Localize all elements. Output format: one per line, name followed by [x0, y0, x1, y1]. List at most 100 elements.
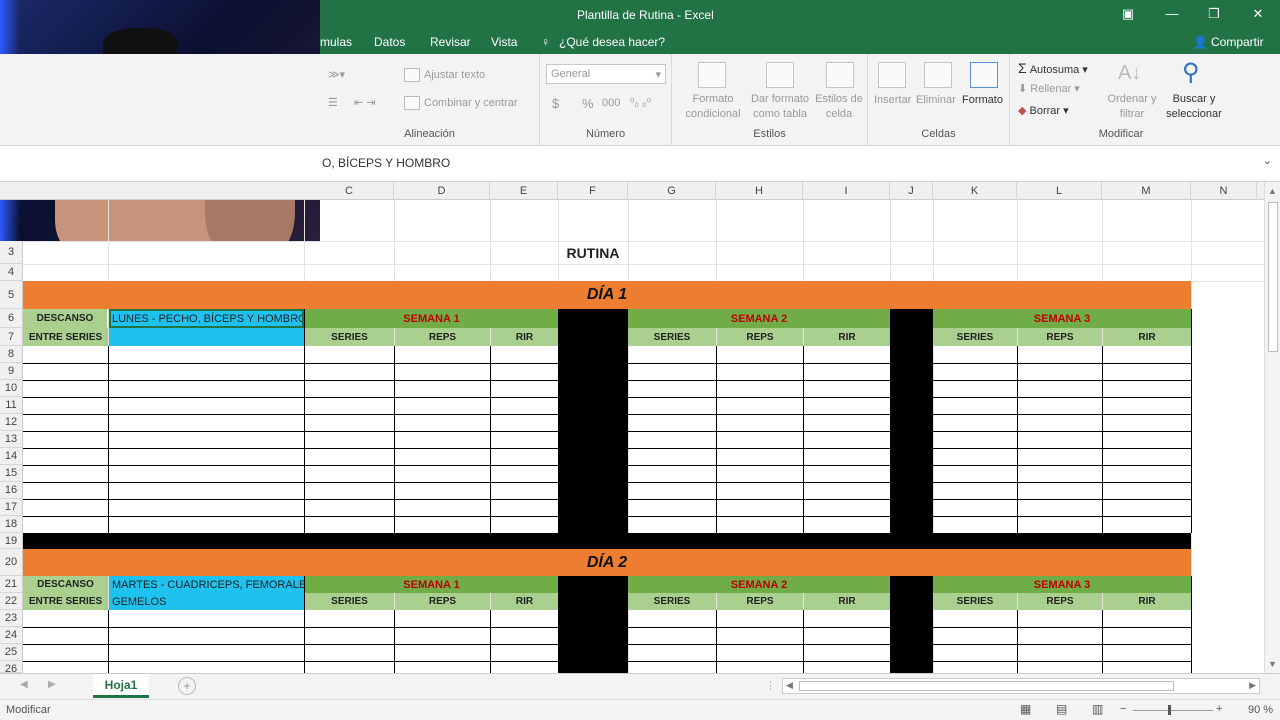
tab-revisar[interactable]: Revisar — [430, 35, 471, 49]
hscroll-split-icon[interactable]: ⋮ — [765, 679, 776, 692]
page-layout-icon[interactable]: ▤ — [1056, 702, 1067, 716]
col-header-l[interactable]: L — [1017, 182, 1102, 200]
row-header[interactable]: 8 — [0, 346, 23, 363]
row-header[interactable]: 25 — [0, 644, 23, 661]
w1-reps[interactable]: REPS — [395, 328, 490, 346]
decimal-icon[interactable]: ⁰₀ ₀⁰ — [630, 96, 651, 109]
row-header[interactable]: 26 — [0, 661, 23, 673]
delete-button[interactable]: Eliminar — [916, 94, 956, 106]
col-header-n[interactable]: N — [1191, 182, 1257, 200]
page-break-icon[interactable]: ▥ — [1092, 702, 1103, 716]
zoom-slider[interactable] — [1133, 710, 1213, 711]
week3-header[interactable]: SEMANA 3 — [933, 309, 1191, 328]
normal-view-icon[interactable]: ▦ — [1020, 702, 1031, 716]
day1-header[interactable]: DÍA 1 — [23, 281, 1191, 309]
col-header-f[interactable]: F — [558, 182, 628, 200]
d2-w2-rir[interactable]: RIR — [804, 593, 890, 610]
minimize-icon[interactable]: — — [1162, 6, 1182, 24]
find-select-button[interactable]: Buscar y seleccionar — [1160, 92, 1228, 122]
rest-label-top[interactable]: DESCANSO — [23, 309, 108, 328]
indent-icon[interactable]: ⇤ ⇥ — [354, 96, 376, 109]
vertical-scroll-thumb[interactable] — [1268, 202, 1278, 352]
routine-cell-day1-cont[interactable] — [109, 328, 304, 346]
col-header-k[interactable]: K — [933, 182, 1017, 200]
row-header[interactable]: 22 — [0, 593, 23, 610]
col-header-c[interactable]: C — [305, 182, 394, 200]
zoom-in-icon[interactable]: + — [1216, 703, 1222, 715]
w1-series[interactable]: SERIES — [305, 328, 394, 346]
rest-label-bottom[interactable]: ENTRE SERIES — [23, 328, 108, 346]
week2-header-day2[interactable]: SEMANA 2 — [628, 576, 890, 593]
next-sheet-icon[interactable]: ▶ — [48, 679, 56, 690]
routine-cell-day2[interactable]: MARTES - CUADRICEPS, FEMORALES — [109, 576, 304, 593]
expand-formula-icon[interactable]: ⌄ — [1263, 154, 1272, 167]
worksheet-grid[interactable]: RUTINA DÍA 1 DESCANSO LUNES - PECHO, BÍC… — [23, 200, 1264, 673]
scroll-right-icon[interactable]: ▶ — [1249, 680, 1256, 691]
close-icon[interactable]: ✕ — [1248, 6, 1268, 24]
row-header[interactable]: 11 — [0, 397, 23, 414]
tab-formulas[interactable]: mulas — [320, 35, 352, 49]
row-header[interactable]: 17 — [0, 499, 23, 516]
fill-button[interactable]: ⬇ Rellenar ▾ — [1018, 82, 1080, 95]
row-header[interactable]: 12 — [0, 414, 23, 431]
col-header-j[interactable]: J — [890, 182, 933, 200]
day2-header[interactable]: DÍA 2 — [23, 549, 1191, 576]
sort-filter-button[interactable]: Ordenar y filtrar — [1106, 92, 1158, 122]
restore-icon[interactable]: ❐ — [1204, 6, 1224, 24]
row-header[interactable]: 6 — [0, 309, 23, 328]
w2-rir[interactable]: RIR — [804, 328, 890, 346]
w3-series[interactable]: SERIES — [933, 328, 1017, 346]
d2-w2-series[interactable]: SERIES — [628, 593, 716, 610]
w1-rir[interactable]: RIR — [491, 328, 558, 346]
week1-header-day2[interactable]: SEMANA 1 — [305, 576, 558, 593]
number-format-select[interactable]: General ▾ — [546, 64, 666, 84]
row-header[interactable]: 20 — [0, 549, 23, 576]
col-header-m[interactable]: M — [1102, 182, 1191, 200]
routine-cell-day1[interactable]: LUNES - PECHO, BÍCEPS Y HOMBRO — [109, 309, 304, 328]
cell-styles-button[interactable]: Estilos de celda — [814, 92, 864, 122]
horizontal-scrollbar[interactable]: ◀ ▶ — [782, 678, 1260, 694]
ribbon-display-icon[interactable]: ▣ — [1118, 6, 1138, 24]
row-header[interactable]: 10 — [0, 380, 23, 397]
row-header[interactable]: 3 — [0, 241, 23, 264]
format-as-table-button[interactable]: Dar formato como tabla — [748, 92, 812, 122]
format-button[interactable]: Formato — [962, 94, 1003, 106]
row-header[interactable]: 4 — [0, 264, 23, 281]
rest-label-top-day2[interactable]: DESCANSO — [23, 576, 108, 593]
sheet-title[interactable]: RUTINA — [535, 242, 651, 264]
scroll-down-icon[interactable]: ▼ — [1268, 659, 1277, 669]
col-header-i[interactable]: I — [803, 182, 890, 200]
row-header[interactable]: 14 — [0, 448, 23, 465]
formula-input[interactable]: O, BÍCEPS Y HOMBRO — [322, 156, 450, 170]
row-header[interactable]: 21 — [0, 576, 23, 593]
row-header[interactable]: 13 — [0, 431, 23, 448]
routine-cell-day2-line2[interactable]: GEMELOS — [109, 593, 304, 610]
add-sheet-icon[interactable]: + — [178, 677, 196, 695]
row-header[interactable]: 15 — [0, 465, 23, 482]
d2-w1-series[interactable]: SERIES — [305, 593, 394, 610]
row-header[interactable]: 19 — [0, 533, 23, 549]
w3-rir[interactable]: RIR — [1103, 328, 1191, 346]
vertical-scrollbar[interactable]: ▲ ▼ — [1264, 182, 1280, 673]
row-header[interactable]: 24 — [0, 627, 23, 644]
tell-me-input[interactable]: ¿Qué desea hacer? — [559, 35, 665, 49]
d2-w3-rir[interactable]: RIR — [1103, 593, 1191, 610]
week1-header[interactable]: SEMANA 1 — [305, 309, 558, 328]
week3-header-day2[interactable]: SEMANA 3 — [933, 576, 1191, 593]
rest-label-bottom-day2[interactable]: ENTRE SERIES — [23, 593, 108, 610]
d2-w2-reps[interactable]: REPS — [717, 593, 803, 610]
w2-series[interactable]: SERIES — [628, 328, 716, 346]
zoom-out-icon[interactable]: − — [1120, 703, 1126, 715]
horizontal-scroll-thumb[interactable] — [799, 681, 1174, 691]
orientation-icon[interactable]: ≫▾ — [328, 68, 345, 81]
scroll-left-icon[interactable]: ◀ — [786, 680, 793, 691]
sheet-tab-hoja1[interactable]: Hoja1 — [93, 674, 149, 698]
clear-button[interactable]: ◆ Borrar ▾ — [1018, 104, 1069, 117]
col-header-h[interactable]: H — [716, 182, 803, 200]
zoom-slider-handle[interactable] — [1168, 705, 1171, 715]
week2-header[interactable]: SEMANA 2 — [628, 309, 890, 328]
row-header[interactable]: 9 — [0, 363, 23, 380]
align-justify-icon[interactable]: ☰ — [328, 96, 338, 109]
row-header[interactable]: 18 — [0, 516, 23, 533]
thousands-button[interactable]: 000 — [602, 97, 620, 109]
